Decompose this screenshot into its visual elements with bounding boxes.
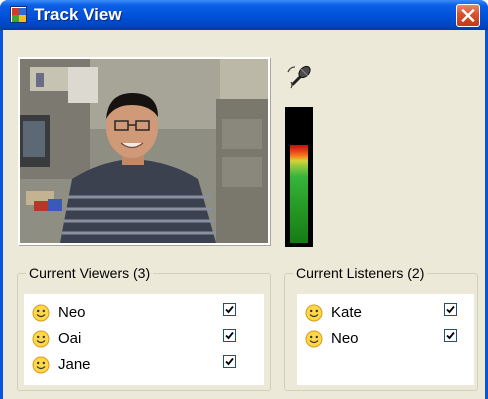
viewers-group-label: Current Viewers (3) bbox=[26, 265, 154, 281]
window-title: Track View bbox=[34, 5, 122, 24]
viewers-list[interactable]: Neo Oai Jane bbox=[24, 294, 264, 385]
checkmark-icon bbox=[225, 331, 234, 340]
viewer-row[interactable]: Neo bbox=[24, 300, 264, 326]
viewer-checkbox[interactable] bbox=[223, 329, 236, 342]
close-icon bbox=[461, 9, 475, 22]
checkmark-icon bbox=[446, 305, 455, 314]
checkmark-icon bbox=[225, 305, 234, 314]
viewer-name: Neo bbox=[58, 304, 86, 321]
close-button[interactable] bbox=[456, 4, 480, 27]
checkmark-icon bbox=[446, 331, 455, 340]
listeners-group: Current Listeners (2) Kate Neo bbox=[284, 265, 478, 391]
listener-row[interactable]: Kate bbox=[297, 300, 474, 326]
listener-checkbox[interactable] bbox=[444, 303, 457, 316]
client-area: Current Viewers (3) Neo Oai Jane Current… bbox=[3, 30, 485, 399]
viewer-checkbox[interactable] bbox=[223, 303, 236, 316]
checkmark-icon bbox=[225, 357, 234, 366]
smiley-icon bbox=[32, 330, 50, 348]
smiley-icon bbox=[305, 304, 323, 322]
listener-row[interactable]: Neo bbox=[297, 326, 474, 352]
smiley-icon bbox=[305, 330, 323, 348]
viewer-row[interactable]: Jane bbox=[24, 352, 264, 378]
viewers-group: Current Viewers (3) Neo Oai Jane bbox=[17, 265, 271, 391]
person-video-icon bbox=[20, 59, 268, 243]
audio-level-bar bbox=[290, 145, 308, 243]
viewer-row[interactable]: Oai bbox=[24, 326, 264, 352]
track-view-window: Track View Current Viewers (3) Neo Oai J… bbox=[0, 0, 488, 399]
app-window-icon bbox=[10, 6, 27, 23]
listeners-group-label: Current Listeners (2) bbox=[293, 265, 428, 281]
microphone-icon bbox=[287, 65, 311, 89]
video-frame bbox=[18, 57, 270, 245]
listener-checkbox[interactable] bbox=[444, 329, 457, 342]
viewer-checkbox[interactable] bbox=[223, 355, 236, 368]
viewer-name: Jane bbox=[58, 356, 91, 373]
title-bar[interactable]: Track View bbox=[0, 0, 488, 30]
listener-name: Neo bbox=[331, 330, 359, 347]
listener-name: Kate bbox=[331, 304, 362, 321]
audio-level-meter bbox=[285, 107, 313, 247]
listeners-list[interactable]: Kate Neo bbox=[297, 294, 474, 385]
smiley-icon bbox=[32, 304, 50, 322]
viewer-name: Oai bbox=[58, 330, 82, 347]
smiley-icon bbox=[32, 356, 50, 374]
